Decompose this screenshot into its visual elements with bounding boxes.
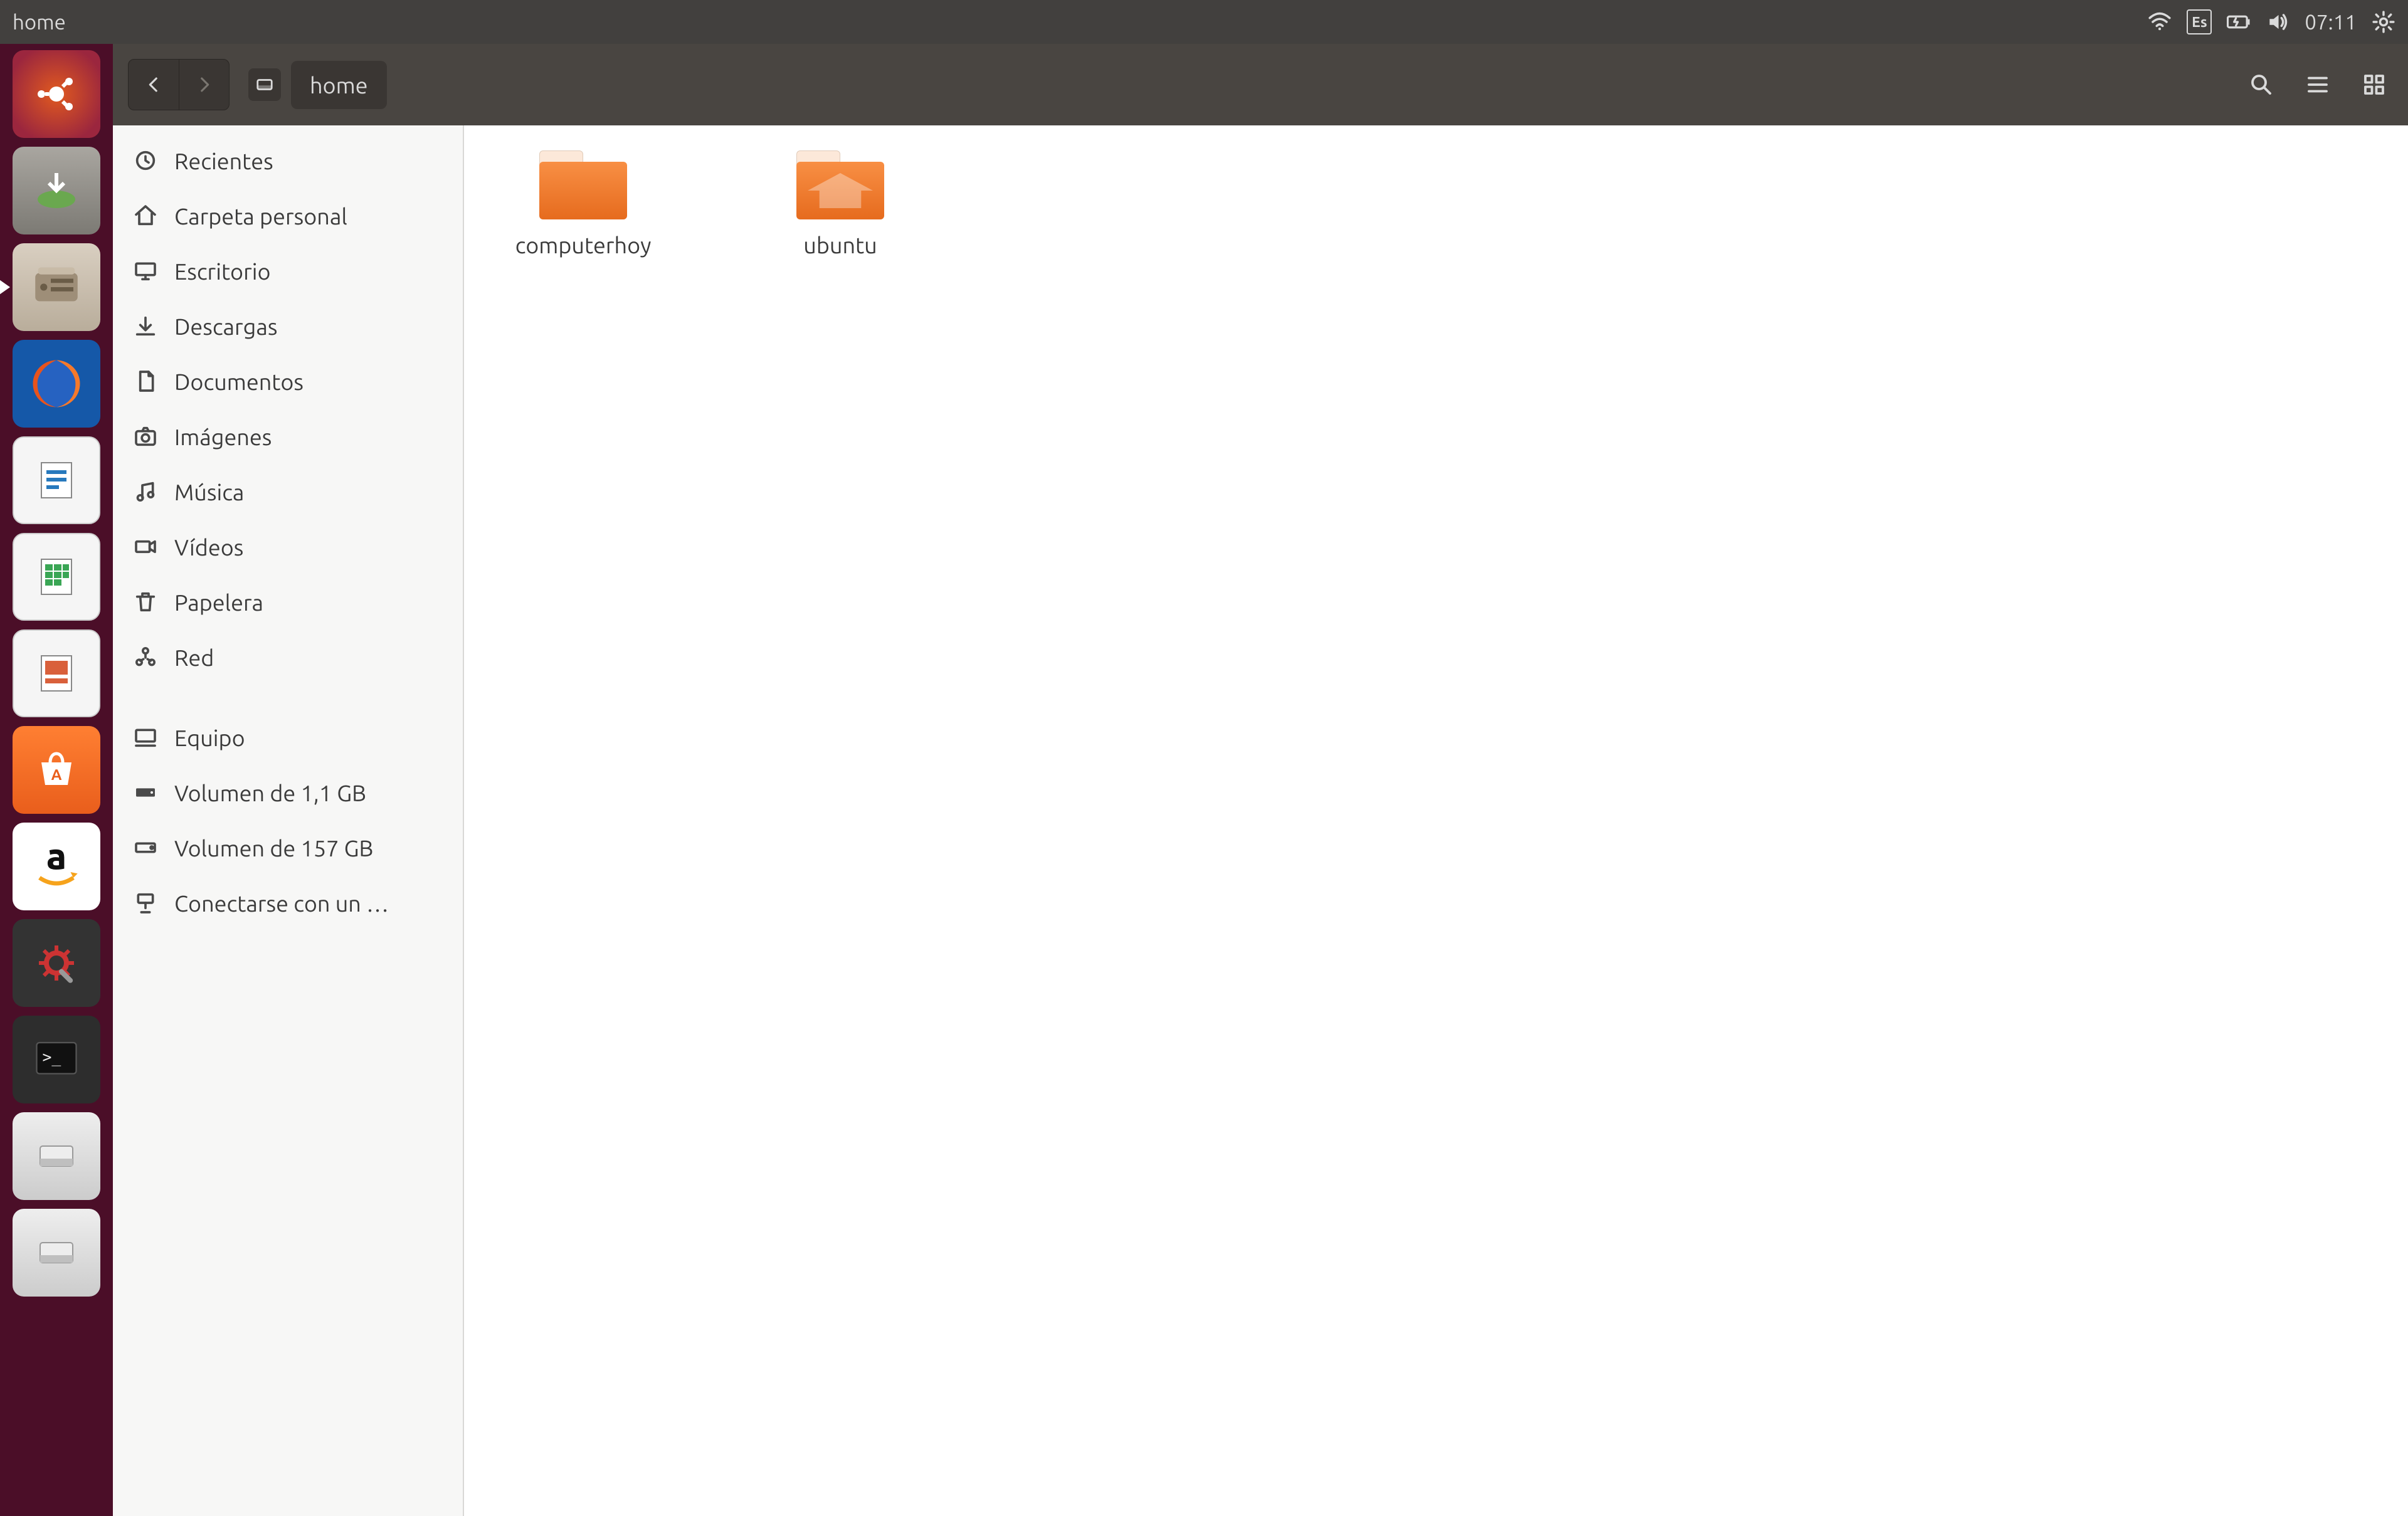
svg-text:A: A (51, 766, 62, 783)
sidebar-item-volume-2[interactable]: Volumen de 157 GB (113, 820, 463, 875)
window-title: home (13, 11, 66, 34)
sidebar-item-downloads[interactable]: Descargas (113, 298, 463, 354)
desktop-icon (132, 257, 159, 285)
trash-icon (132, 588, 159, 616)
sidebar-item-label: Red (174, 645, 214, 670)
sidebar-item-recent[interactable]: Recientes (113, 133, 463, 188)
sidebar-item-label: Carpeta personal (174, 203, 347, 229)
nav-forward-button[interactable] (179, 60, 229, 110)
launcher-files[interactable] (13, 243, 100, 331)
sidebar-item-label: Documentos (174, 369, 304, 394)
sidebar-item-label: Conectarse con un … (174, 890, 389, 916)
computer-icon (132, 724, 159, 751)
home-icon (132, 202, 159, 229)
launcher-ubuntu-software[interactable]: A (13, 726, 100, 814)
launcher-removable-drive-1[interactable] (13, 1112, 100, 1200)
launcher-disk-creator[interactable] (13, 147, 100, 234)
nav-back-button[interactable] (129, 60, 179, 110)
battery-charging-icon[interactable] (2227, 8, 2251, 36)
launcher-dash[interactable] (13, 50, 100, 138)
document-icon (132, 367, 159, 395)
music-icon (132, 478, 159, 505)
sidebar-item-label: Equipo (174, 725, 245, 750)
volume-icon[interactable] (2266, 8, 2289, 36)
file-label: computerhoy (515, 232, 652, 258)
drive-icon (132, 779, 159, 806)
sidebar-item-desktop[interactable]: Escritorio (113, 243, 463, 298)
file-view-pane[interactable]: computerhoy ubuntu (464, 125, 2408, 1516)
download-icon (132, 312, 159, 340)
launcher-removable-drive-2[interactable] (13, 1209, 100, 1297)
sidebar-item-label: Imágenes (174, 424, 272, 450)
sidebar-item-documents[interactable]: Documentos (113, 354, 463, 409)
sidebar-item-label: Escritorio (174, 258, 271, 284)
sidebar-item-pictures[interactable]: Imágenes (113, 409, 463, 464)
sidebar-item-label: Vídeos (174, 534, 243, 560)
drive-icon (132, 834, 159, 861)
sidebar-item-label: Volumen de 157 GB (174, 835, 373, 861)
file-manager-toolbar: home (113, 44, 2408, 125)
sidebar-item-music[interactable]: Música (113, 464, 463, 519)
file-label: ubuntu (803, 232, 877, 258)
sidebar-item-computer[interactable]: Equipo (113, 710, 463, 765)
sidebar-item-connect-server[interactable]: Conectarse con un … (113, 875, 463, 930)
folder-item[interactable]: computerhoy (502, 150, 665, 258)
path-segment-home[interactable]: home (291, 61, 387, 109)
top-menubar: home Es 07:11 (0, 0, 2408, 44)
sidebar-item-label: Recientes (174, 148, 273, 174)
system-gear-icon[interactable] (2372, 8, 2395, 36)
sidebar-item-home[interactable]: Carpeta personal (113, 188, 463, 243)
nav-button-group (128, 59, 230, 110)
svg-text:a: a (46, 838, 66, 877)
launcher-terminal[interactable]: >_ (13, 1016, 100, 1103)
view-grid-button[interactable] (2355, 66, 2393, 103)
server-connect-icon (132, 889, 159, 917)
sidebar-item-label: Papelera (174, 589, 263, 615)
clock-icon (132, 147, 159, 174)
places-sidebar: Recientes Carpeta personal Escritorio De… (113, 125, 464, 1516)
input-language-indicator[interactable]: Es (2187, 8, 2212, 36)
launcher-calc[interactable] (13, 533, 100, 621)
network-wifi-icon[interactable] (2148, 8, 2172, 36)
sidebar-item-label: Descargas (174, 313, 277, 339)
svg-text:>_: >_ (43, 1048, 61, 1066)
launcher-amazon[interactable]: a (13, 823, 100, 910)
location-drive-icon (248, 68, 281, 101)
path-bar: home (248, 61, 387, 109)
camera-icon (132, 423, 159, 450)
sidebar-item-label: Volumen de 1,1 GB (174, 780, 366, 806)
unity-launcher: A a >_ (0, 44, 113, 1516)
clock[interactable]: 07:11 (2305, 11, 2357, 34)
launcher-impress[interactable] (13, 629, 100, 717)
folder-icon (539, 150, 627, 219)
folder-home-icon (796, 150, 884, 219)
launcher-writer[interactable] (13, 436, 100, 524)
sidebar-item-network[interactable]: Red (113, 629, 463, 685)
video-icon (132, 533, 159, 561)
network-icon (132, 643, 159, 671)
launcher-firefox[interactable] (13, 340, 100, 428)
view-list-button[interactable] (2299, 66, 2337, 103)
folder-item[interactable]: ubuntu (759, 150, 922, 258)
sidebar-item-videos[interactable]: Vídeos (113, 519, 463, 574)
search-button[interactable] (2242, 66, 2280, 103)
sidebar-item-label: Música (174, 479, 244, 505)
launcher-settings[interactable] (13, 919, 100, 1007)
sidebar-item-trash[interactable]: Papelera (113, 574, 463, 629)
sidebar-item-volume-1[interactable]: Volumen de 1,1 GB (113, 765, 463, 820)
